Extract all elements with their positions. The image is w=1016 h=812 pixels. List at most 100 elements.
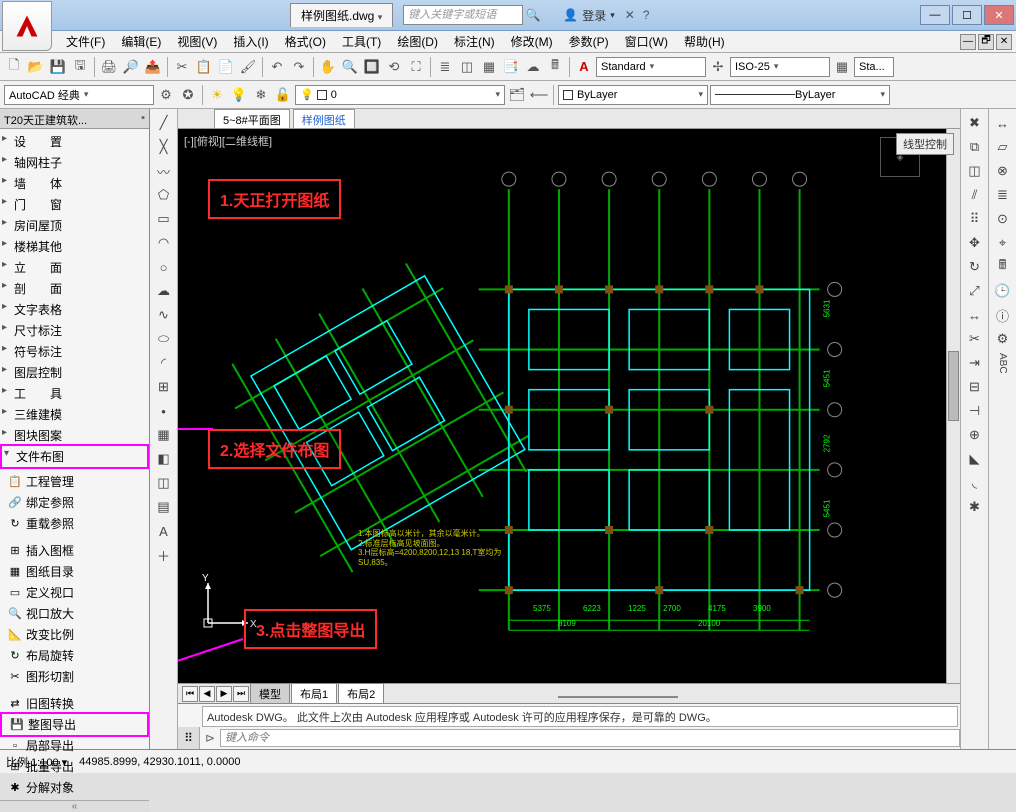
menu-tools[interactable]: 工具(T) [336,31,387,52]
dim-style-icon[interactable]: ✢ [708,57,728,77]
mirror-icon[interactable]: ◫ [965,161,985,181]
block-icon[interactable]: ⊞ [154,377,174,397]
design-center-icon[interactable]: ◫ [457,57,477,77]
palette-collapse-toggle[interactable]: « [0,800,149,812]
ellipse-icon[interactable]: ⬭ [154,329,174,349]
maximize-button[interactable]: ☐ [952,5,982,25]
lock-icon[interactable]: 🔓 [273,85,293,105]
tree-stairs[interactable]: 楼梯其他 [0,236,149,257]
tree-wall[interactable]: 墙 体 [0,173,149,194]
cmd-bind-xref[interactable]: 🔗绑定参照 [0,492,149,513]
explode-icon[interactable]: ✱ [965,497,985,517]
new-icon[interactable]: 🗋 [4,57,24,77]
cmd-viewport-zoom[interactable]: 🔍视口放大 [0,603,149,624]
spline-icon[interactable]: ∿ [154,305,174,325]
chamfer-icon[interactable]: ◣ [965,449,985,469]
distance-icon[interactable]: ↔ [993,113,1013,133]
tree-symbol[interactable]: 符号标注 [0,341,149,362]
linetype-dropdown[interactable]: ByLayer▾ [710,85,890,105]
tree-file-layout[interactable]: 文件布图 [0,444,149,469]
palette-header[interactable]: T20天正建筑软... ▪ [0,109,149,129]
break-icon[interactable]: ⊣ [965,401,985,421]
region-icon[interactable]: ◫ [154,473,174,493]
gradient-icon[interactable]: ◧ [154,449,174,469]
copy-icon[interactable]: 📋 [194,57,214,77]
area-icon[interactable]: ▱ [993,137,1013,157]
layout-tab-2[interactable]: 布局2 [338,683,384,705]
layer-dropdown[interactable]: 💡 0 ▾ [295,85,505,105]
massprops-icon[interactable]: ⊗ [993,161,1013,181]
command-history[interactable]: Autodesk DWG。 此文件上次由 Autodesk 应用程序或 Auto… [202,706,958,727]
vertical-scrollbar[interactable] [946,129,960,683]
zoom-window-icon[interactable]: 🔲 [362,57,382,77]
array-icon[interactable]: ⠿ [965,209,985,229]
menu-draw[interactable]: 绘图(D) [391,31,444,52]
publish-icon[interactable]: 📤 [143,57,163,77]
layout-nav-prev[interactable]: ◀ [199,686,215,702]
workspace-settings-icon[interactable]: ⚙ [156,85,176,105]
tree-dim[interactable]: 尺寸标注 [0,320,149,341]
layout-nav-last[interactable]: ⏭ [233,686,249,702]
circle-icon[interactable]: ○ [154,257,174,277]
command-grip[interactable]: ⠿ [178,727,200,749]
drawing-tab-sample[interactable]: 样例图纸 [293,109,355,128]
menu-edit[interactable]: 编辑(E) [115,31,167,52]
zoom-prev-icon[interactable]: ⟲ [384,57,404,77]
linetype-control-badge[interactable]: 线型控制 [896,133,954,155]
plot-icon[interactable]: 🖨 [99,57,119,77]
freeze-icon[interactable]: ❄ [251,85,271,105]
status-icon[interactable]: ⓘ [993,305,1013,325]
rectangle-icon[interactable]: ▭ [154,209,174,229]
fillet-icon[interactable]: ◟ [965,473,985,493]
trim-icon[interactable]: ✂ [965,329,985,349]
drawing-tab-plan[interactable]: 5~8#平面图 [214,109,290,128]
xline-icon[interactable]: ╳ [154,137,174,157]
table-style-dropdown[interactable]: Sta... [854,57,894,77]
menu-file[interactable]: 文件(F) [60,31,111,52]
redo-icon[interactable]: ↷ [289,57,309,77]
sheet-set-icon[interactable]: 📑 [501,57,521,77]
bulb-on-icon[interactable]: 💡 [229,85,249,105]
ucs-icon[interactable]: X Y [198,573,258,633]
calculator-icon[interactable]: 🖩 [545,57,565,77]
polygon-icon[interactable]: ⬠ [154,185,174,205]
tree-section[interactable]: 剖 面 [0,278,149,299]
menu-help[interactable]: 帮助(H) [678,31,731,52]
dim-style-dropdown[interactable]: ISO-25▾ [730,57,830,77]
model-viewport[interactable]: [-][俯视][二维线框] 线型控制 ◈ [178,129,960,683]
menu-view[interactable]: 视图(V) [171,31,223,52]
login-button[interactable]: 👤 登录 ▾ [563,7,615,24]
time-icon[interactable]: 🕒 [993,281,1013,301]
menu-format[interactable]: 格式(O) [279,31,332,52]
cmd-explode-obj[interactable]: ✱分解对象 [0,777,149,798]
cmd-reload-xref[interactable]: ↻重载参照 [0,513,149,534]
plot-preview-icon[interactable]: 🔎 [121,57,141,77]
document-title-tab[interactable]: 样例图纸.dwg ▾ [290,3,393,27]
cmd-project-mgr[interactable]: 📋工程管理 [0,471,149,492]
menu-parametric[interactable]: 参数(P) [563,31,615,52]
scrollbar-thumb[interactable] [948,351,959,421]
markup-icon[interactable]: ☁ [523,57,543,77]
line-icon[interactable]: ╱ [154,113,174,133]
point-icon[interactable]: • [154,401,174,421]
join-icon[interactable]: ⊕ [965,425,985,445]
layout-tab-model[interactable]: 模型 [250,683,290,705]
text-style-dropdown[interactable]: Standard▾ [596,57,706,77]
cmd-export-whole[interactable]: 💾整图导出 [0,712,149,737]
offset-icon[interactable]: ⫽ [965,185,985,205]
properties-icon[interactable]: ≣ [435,57,455,77]
quickcalc-icon[interactable]: 🖩 [993,257,1013,277]
hatch-icon[interactable]: ▦ [154,425,174,445]
close-button[interactable]: ✕ [984,5,1014,25]
search-icon[interactable]: 🔍 [523,8,543,22]
cmd-convert-old[interactable]: ⇄旧图转换 [0,693,149,714]
doc-minimize-button[interactable]: — [960,34,976,50]
doc-restore-button[interactable]: 🗗 [978,34,994,50]
cmd-define-viewport[interactable]: ▭定义视口 [0,582,149,603]
cmd-cut-drawing[interactable]: ✂图形切割 [0,666,149,687]
polyline-icon[interactable]: 〰 [154,161,174,181]
gear-icon[interactable]: ✪ [178,85,198,105]
layout-nav-first[interactable]: ⏮ [182,686,198,702]
zoom-realtime-icon[interactable]: 🔍 [340,57,360,77]
menu-window[interactable]: 窗口(W) [619,31,674,52]
